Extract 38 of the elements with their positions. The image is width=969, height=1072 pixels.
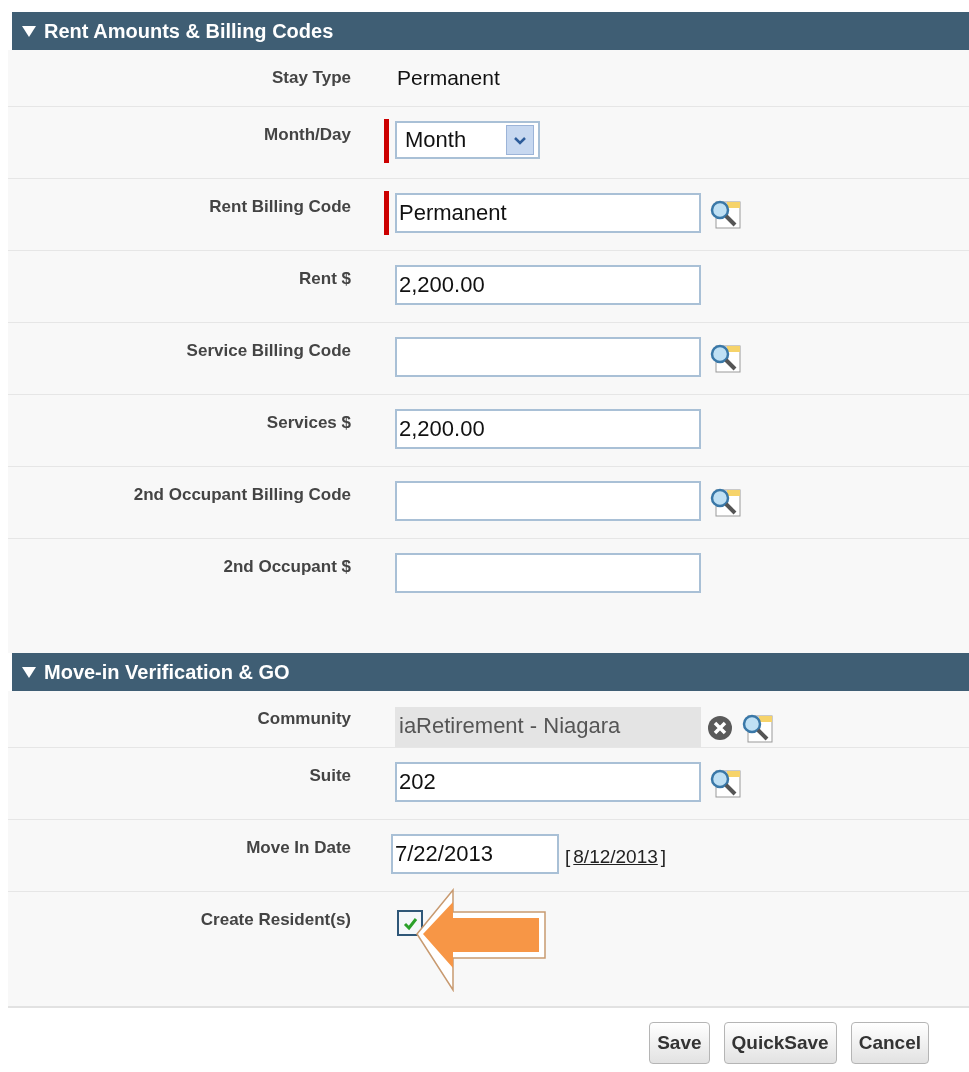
text-field[interactable] (395, 553, 701, 593)
section-title: Rent Amounts & Billing Codes (44, 19, 334, 43)
text-field[interactable] (395, 481, 701, 521)
section-header[interactable]: Move-in Verification & GO (12, 653, 969, 691)
check-icon[interactable] (401, 915, 419, 931)
field-label: Rent Billing Code (208, 196, 351, 218)
field-label: Create Resident(s) (199, 909, 351, 931)
field-label: Month/Day (263, 124, 351, 146)
bracket: [ (565, 846, 571, 868)
field-label: Suite (308, 765, 351, 787)
form-button[interactable]: QuickSave (723, 1022, 837, 1064)
locked-field: iaRetirement - Niagara (395, 707, 701, 747)
field-label: Service Billing Code (185, 340, 351, 362)
text-field[interactable] (395, 337, 701, 377)
date-link[interactable]: 8/12/2013 (573, 846, 658, 868)
form-button[interactable]: Cancel (850, 1022, 929, 1064)
text-field[interactable]: Permanent (395, 193, 701, 233)
field-label: Community (256, 708, 351, 730)
field-label: 2nd Occupant Billing Code (132, 484, 351, 506)
field-label: Move In Date (245, 837, 351, 859)
collapse-triangle-icon[interactable] (22, 25, 36, 37)
text-field[interactable]: 2,200.00 (395, 409, 701, 449)
date-field[interactable]: 7/22/2013 (391, 834, 559, 874)
field-label: Stay Type (270, 67, 351, 89)
field-value: Permanent (396, 66, 500, 90)
text-field[interactable]: 2,200.00 (395, 265, 701, 305)
field-label: Rent $ (298, 268, 351, 290)
section-header[interactable]: Rent Amounts & Billing Codes (12, 12, 969, 50)
bracket: ] (660, 846, 667, 868)
collapse-triangle-icon[interactable] (22, 666, 36, 678)
clear-icon[interactable] (707, 715, 733, 741)
month-select[interactable]: Month (395, 121, 540, 159)
form-button[interactable]: Save (649, 1022, 710, 1064)
field-label: 2nd Occupant $ (222, 556, 351, 578)
text-field[interactable]: 202 (395, 762, 701, 802)
checkbox[interactable] (397, 910, 423, 936)
field-label: Services $ (265, 412, 351, 434)
section-title: Move-in Verification & GO (44, 660, 290, 684)
